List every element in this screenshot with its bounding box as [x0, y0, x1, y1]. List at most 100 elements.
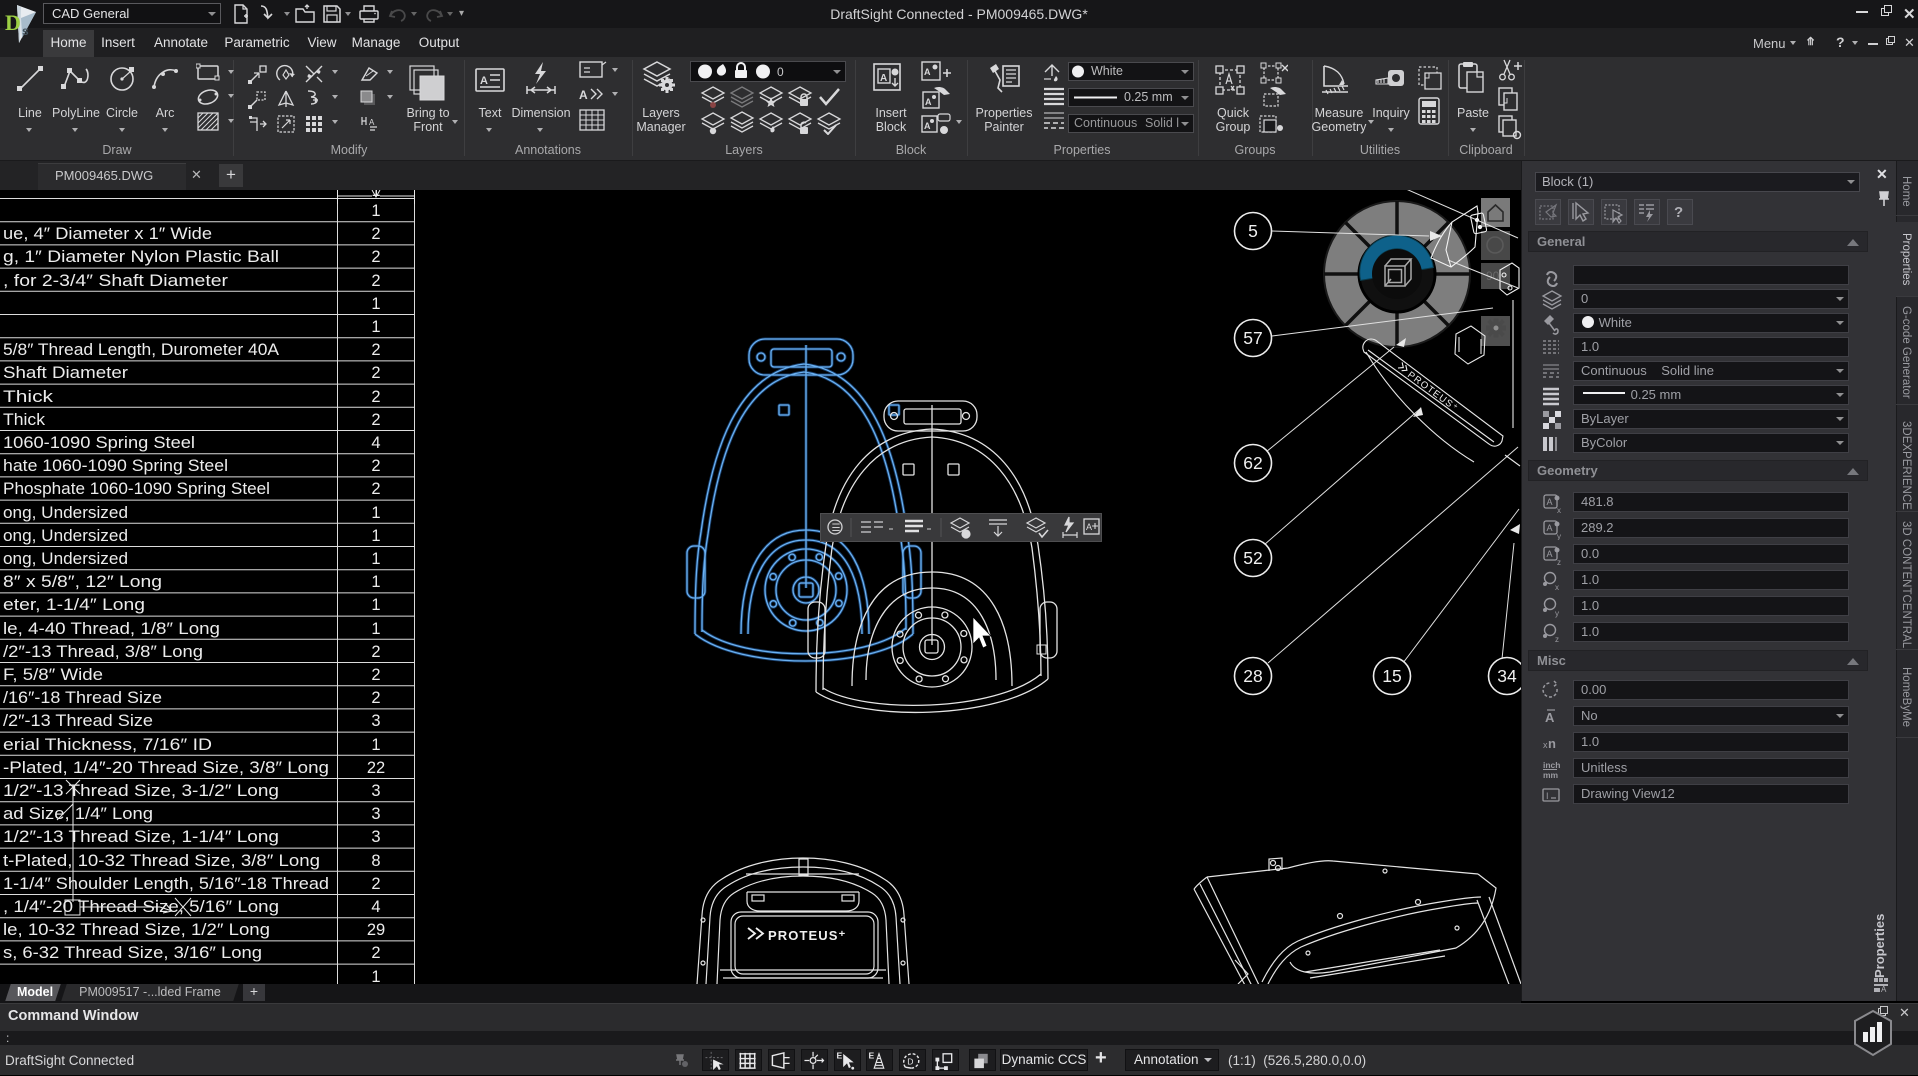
svg-text:1/2″-13 Thread Size, 3-1/2″ Lo: 1/2″-13 Thread Size, 3-1/2″ Long	[3, 782, 279, 800]
svg-text:2: 2	[371, 272, 380, 290]
svg-text:E: E	[869, 1051, 875, 1061]
svg-text:s: s	[22, 24, 29, 38]
svg-text:1: 1	[371, 573, 380, 591]
svg-text:A: A	[579, 88, 588, 102]
svg-text:3: 3	[371, 712, 380, 730]
svg-text:2: 2	[371, 944, 380, 962]
svg-text:3: 3	[371, 828, 380, 846]
svg-text:E: E	[837, 1051, 843, 1061]
svg-text:Phosphate 1060-1090 Spring Ste: Phosphate 1060-1090 Spring Steel	[3, 480, 270, 498]
svg-text:I: I	[1546, 791, 1549, 801]
svg-text:3: 3	[371, 805, 380, 823]
svg-text:y: y	[1555, 609, 1559, 618]
svg-text:0: 0	[777, 65, 784, 79]
svg-text:1: 1	[371, 318, 380, 336]
svg-text:2: 2	[371, 643, 380, 661]
svg-text:4: 4	[371, 898, 380, 916]
svg-text:1/2″-13 Thread Size, 1-1/4″ Lo: 1/2″-13 Thread Size, 1-1/4″ Long	[3, 828, 279, 846]
svg-text:D: D	[5, 10, 21, 35]
svg-text:ong, Undersized: ong, Undersized	[3, 527, 128, 545]
svg-text:erial Thickness, 7/16″ ID: erial Thickness, 7/16″ ID	[3, 736, 212, 754]
svg-text:le, 10-32 Thread Size, 1/2″ Lo: le, 10-32 Thread Size, 1/2″ Long	[3, 921, 270, 939]
svg-text:1: 1	[371, 504, 380, 522]
svg-text:☰: ☰	[832, 523, 841, 534]
svg-text:g, 1″ Diameter Nylon Plastic B: g, 1″ Diameter Nylon Plastic Ball	[3, 248, 279, 266]
svg-text:34: 34	[1497, 666, 1517, 686]
svg-text:1: 1	[371, 620, 380, 638]
svg-text:62: 62	[1243, 453, 1262, 473]
svg-text:Shaft Diameter: Shaft Diameter	[3, 364, 129, 382]
svg-text:/2″-13 Thread, 3/8″ Long: /2″-13 Thread, 3/8″ Long	[3, 643, 203, 661]
svg-text:A: A	[1547, 523, 1553, 533]
svg-text:z: z	[1557, 558, 1561, 566]
svg-text:2: 2	[371, 480, 380, 498]
svg-text:z: z	[1555, 635, 1559, 644]
svg-text:-Plated, 1/4″-20 Thread Size,: -Plated, 1/4″-20 Thread Size, 3/8″ Long	[3, 759, 329, 777]
svg-text:5/8″ Thread Length, Durometer: 5/8″ Thread Length, Durometer 40A	[3, 341, 279, 359]
svg-text:t-Plated, 10-32 Thread Size, 3: t-Plated, 10-32 Thread Size, 3/8″ Long	[3, 852, 320, 870]
svg-text:Thick: Thick	[3, 411, 46, 429]
svg-text:mm: mm	[1543, 770, 1559, 780]
svg-text:2: 2	[371, 248, 380, 266]
svg-text:/16″-18 Thread Size: /16″-18 Thread Size	[3, 689, 162, 707]
svg-text:22: 22	[367, 759, 385, 777]
svg-text:29: 29	[367, 921, 385, 939]
svg-text:A: A	[369, 118, 375, 127]
svg-text:57: 57	[1243, 328, 1262, 348]
svg-text:8″ x 5/8″, 12″ Long: 8″ x 5/8″, 12″ Long	[3, 573, 162, 591]
svg-text:A: A	[1547, 549, 1553, 559]
svg-text:1: 1	[371, 968, 380, 984]
svg-text:2: 2	[371, 388, 380, 406]
svg-text:D: D	[907, 1056, 913, 1066]
svg-text:2: 2	[371, 411, 380, 429]
svg-text:1060-1090 Spring Steel: 1060-1090 Spring Steel	[3, 434, 195, 452]
svg-text:1: 1	[371, 295, 380, 313]
svg-text:ue, 4″ Diameter x 1″ Wide: ue, 4″ Diameter x 1″ Wide	[3, 225, 212, 243]
svg-text:A: A	[880, 73, 887, 84]
svg-text:4: 4	[371, 434, 380, 452]
svg-text:n: n	[1548, 736, 1556, 751]
svg-text:1-1/4″ Shoulder Length, 5/16″-: 1-1/4″ Shoulder Length, 5/16″-18 Thread	[3, 875, 329, 893]
svg-text:2: 2	[371, 341, 380, 359]
svg-text:A: A	[924, 121, 931, 131]
svg-text:A: A	[480, 75, 488, 87]
svg-text:1: 1	[371, 550, 380, 568]
svg-text:PROTEUS⁺: PROTEUS⁺	[768, 928, 847, 943]
svg-text:A: A	[924, 67, 931, 77]
svg-text:15: 15	[1382, 666, 1401, 686]
svg-text:2: 2	[371, 457, 380, 475]
svg-text:A: A	[1086, 522, 1092, 532]
svg-text:2: 2	[371, 225, 380, 243]
svg-text:Thick: Thick	[3, 388, 54, 406]
svg-text:2: 2	[371, 666, 380, 684]
svg-text:hate 1060-1090 Spring Steel: hate 1060-1090 Spring Steel	[3, 457, 228, 475]
svg-text:1: 1	[371, 596, 380, 614]
svg-text:2: 2	[371, 875, 380, 893]
svg-text:2: 2	[371, 364, 380, 382]
svg-text:?: ?	[1674, 204, 1683, 221]
svg-text:s, 6-32 Thread Size, 3/16″ Lon: s, 6-32 Thread Size, 3/16″ Long	[3, 944, 262, 962]
svg-text:eter, 1-1/4″ Long: eter, 1-1/4″ Long	[3, 596, 145, 614]
svg-text:inch: inch	[1543, 760, 1560, 770]
svg-text:y: y	[1557, 532, 1561, 540]
svg-text:A: A	[1545, 710, 1555, 725]
svg-text:A: A	[925, 97, 932, 107]
svg-text:52: 52	[1243, 548, 1262, 568]
svg-text:3: 3	[371, 782, 380, 800]
svg-text:8: 8	[371, 852, 380, 870]
svg-text:28: 28	[1243, 666, 1262, 686]
svg-text:le, 4-40 Thread, 1/8″ Long: le, 4-40 Thread, 1/8″ Long	[3, 620, 220, 638]
svg-text:1: 1	[371, 527, 380, 545]
svg-text:/2″-13 Thread Size: /2″-13 Thread Size	[3, 712, 153, 730]
svg-text:A: A	[1547, 497, 1553, 507]
svg-text:5: 5	[1248, 221, 1258, 241]
svg-text:ong, Undersized: ong, Undersized	[3, 504, 128, 522]
svg-text:ong, Undersized: ong, Undersized	[3, 550, 128, 568]
svg-text:1: 1	[371, 202, 380, 220]
svg-text:F, 5/8″ Wide: F, 5/8″ Wide	[3, 666, 103, 684]
svg-text:2: 2	[371, 689, 380, 707]
svg-text:x: x	[1557, 506, 1561, 514]
svg-text:ad Size, 1/4″ Long: ad Size, 1/4″ Long	[3, 805, 153, 823]
svg-text:1: 1	[371, 736, 380, 754]
svg-text:x: x	[1555, 583, 1559, 592]
